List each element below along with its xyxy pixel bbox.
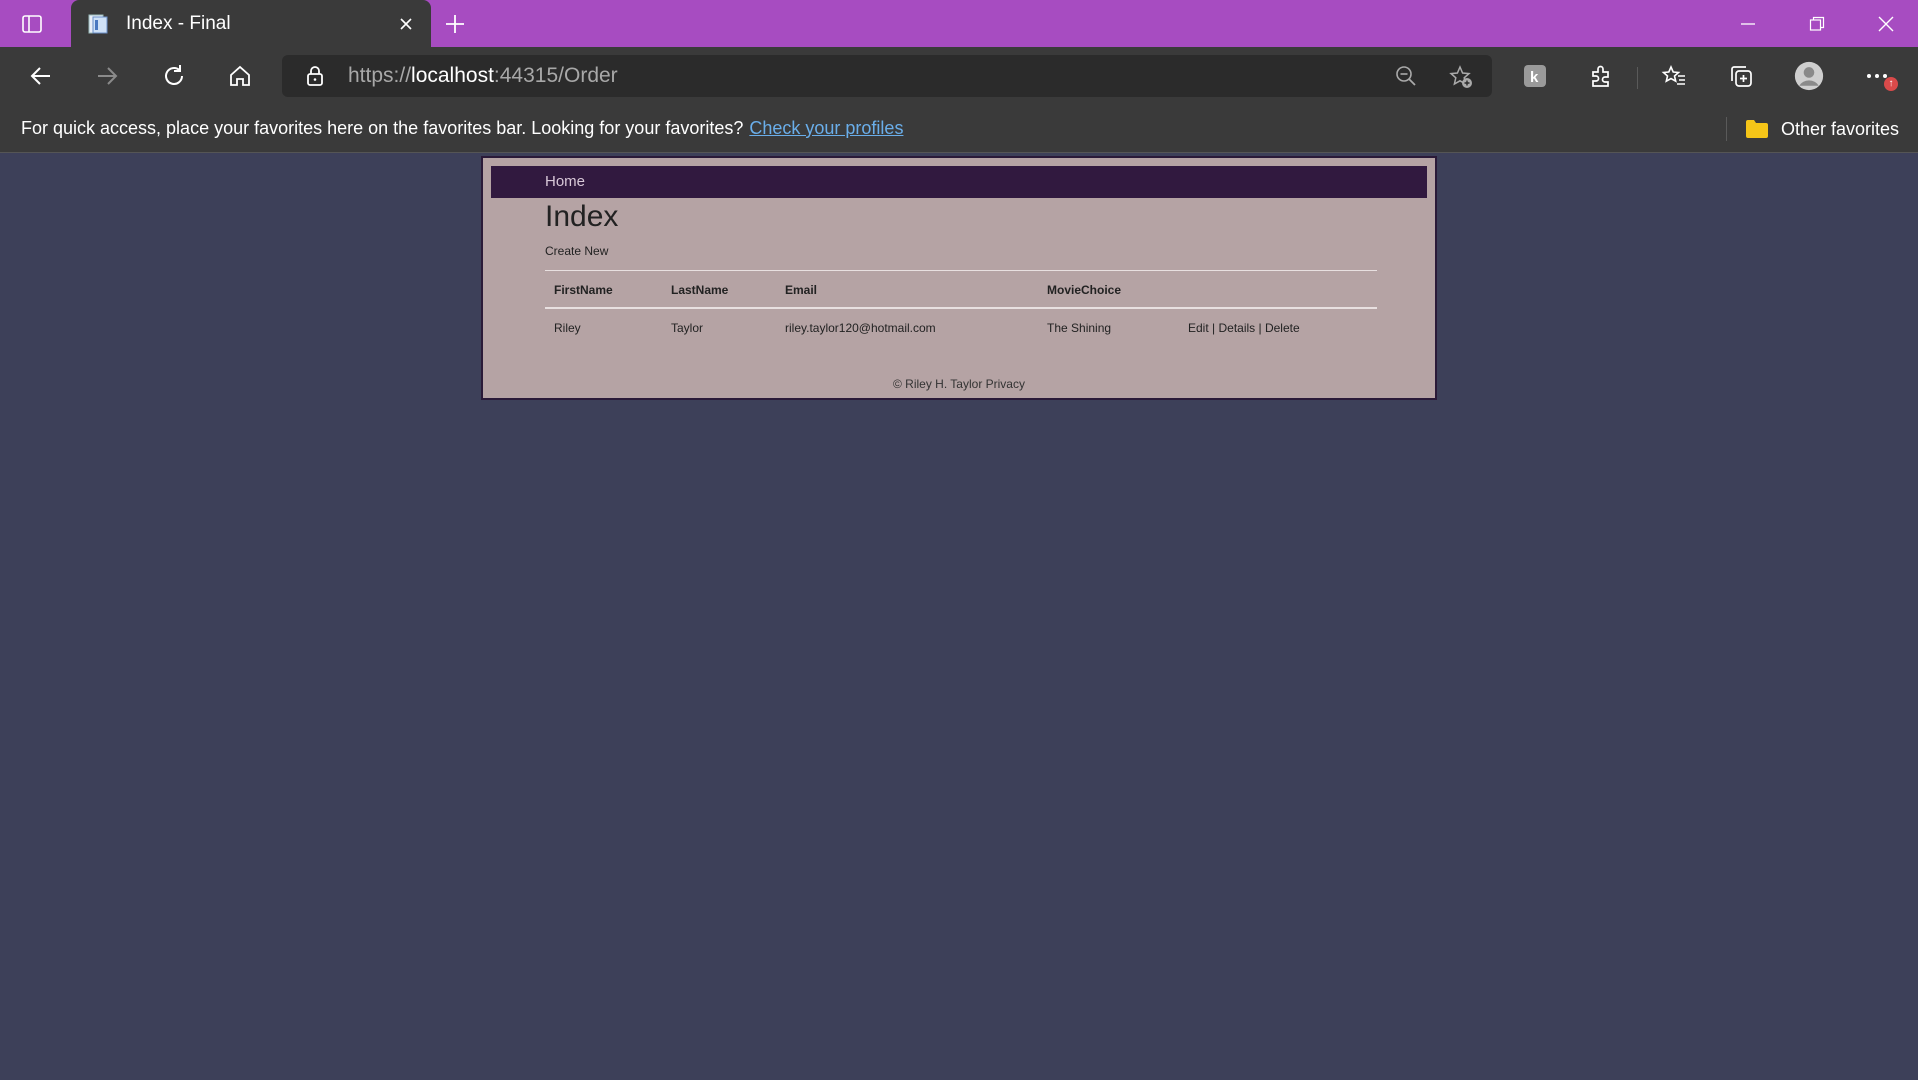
tab-close-icon[interactable] — [395, 13, 417, 35]
collections-icon[interactable] — [1726, 61, 1756, 91]
home-icon[interactable] — [225, 61, 255, 91]
restore-icon[interactable] — [1803, 10, 1831, 38]
extensions-icon[interactable] — [1586, 61, 1616, 91]
cell-last-name: Taylor — [671, 321, 704, 335]
details-link[interactable]: Details — [1218, 321, 1255, 335]
url-path: :44315/Order — [493, 64, 618, 87]
favorites-bar: For quick access, place your favorites h… — [0, 105, 1918, 153]
tab-title: Index - Final — [126, 13, 231, 34]
cell-email: riley.taylor120@hotmail.com — [785, 321, 936, 335]
page-favicon-icon — [87, 13, 109, 35]
favorites-message: For quick access, place your favorites h… — [21, 118, 903, 139]
address-bar[interactable]: https://localhost:44315/Order — [282, 55, 1492, 97]
page-container: Home Index Create New FirstName LastName… — [481, 156, 1437, 400]
favorites-icon[interactable] — [1659, 61, 1689, 91]
svg-text:k: k — [1530, 69, 1539, 86]
browser-titlebar: Index - Final — [0, 0, 1918, 47]
lock-icon[interactable] — [304, 65, 326, 87]
cell-movie-choice: The Shining — [1047, 321, 1112, 335]
url-scheme: https:// — [348, 64, 412, 87]
other-favorites-button[interactable]: Other favorites — [1745, 117, 1899, 141]
site-footer: © Riley H. Taylor Privacy — [893, 377, 1025, 391]
check-profiles-link[interactable]: Check your profiles — [749, 118, 903, 138]
add-favorite-icon[interactable] — [1448, 64, 1474, 90]
action-separator: | — [1208, 321, 1219, 335]
delete-link[interactable]: Delete — [1265, 321, 1300, 335]
column-header: MovieChoice — [1047, 283, 1122, 297]
tab-actions-icon[interactable] — [20, 12, 44, 36]
column-header: FirstName — [554, 283, 613, 297]
cell-actions: Edit | Details | Delete — [1179, 308, 1377, 347]
table-header-row: FirstName LastName Email MovieChoice — [545, 270, 1377, 309]
url-text[interactable]: https://localhost:44315/Order — [348, 64, 618, 88]
update-badge: ↑ — [1884, 77, 1898, 91]
url-host: localhost — [411, 64, 494, 87]
favorites-message-text: For quick access, place your favorites h… — [21, 118, 744, 138]
back-icon[interactable] — [26, 61, 56, 91]
zoom-out-icon[interactable] — [1394, 64, 1418, 88]
column-header: LastName — [671, 283, 729, 297]
site-navbar: Home — [491, 166, 1427, 198]
column-header: Email — [785, 283, 818, 297]
toolbar-divider — [1637, 67, 1638, 89]
nav-home-link[interactable]: Home — [545, 173, 585, 190]
create-new-link[interactable]: Create New — [545, 244, 608, 258]
column-header-actions — [1179, 271, 1377, 309]
favorites-divider — [1726, 117, 1727, 141]
action-separator: | — [1255, 321, 1265, 335]
profile-avatar-icon[interactable] — [1794, 61, 1824, 91]
extension-k-icon[interactable]: k — [1520, 61, 1550, 91]
close-window-icon[interactable] — [1872, 10, 1900, 38]
page-title: Index — [545, 200, 619, 233]
new-tab-icon[interactable] — [442, 11, 468, 37]
forward-icon[interactable] — [92, 61, 122, 91]
minimize-icon[interactable] — [1734, 10, 1762, 38]
orders-table: FirstName LastName Email MovieChoice Ril… — [545, 270, 1377, 347]
tab-index-final[interactable]: Index - Final — [71, 0, 431, 47]
cell-first-name: Riley — [554, 321, 581, 335]
table-row: Riley Taylor riley.taylor120@hotmail.com… — [545, 308, 1377, 347]
edit-link[interactable]: Edit — [1188, 321, 1209, 335]
browser-toolbar: https://localhost:44315/Order k — [0, 47, 1918, 105]
refresh-icon[interactable] — [159, 61, 189, 91]
other-favorites-label: Other favorites — [1781, 118, 1900, 139]
folder-icon — [1746, 120, 1768, 138]
